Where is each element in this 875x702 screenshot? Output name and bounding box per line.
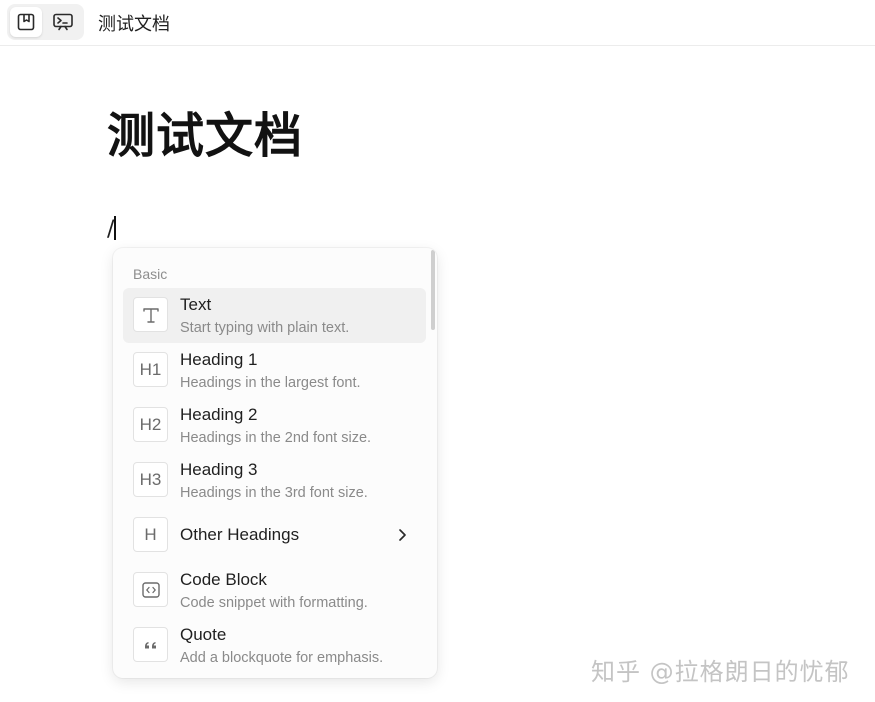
menu-item-heading-1[interactable]: H1 Heading 1 Headings in the largest fon… [123, 343, 426, 398]
menu-item-description: Headings in the 2nd font size. [180, 430, 372, 446]
slash-menu: Basic Text Start typing with plain text.… [113, 248, 437, 678]
menu-item-heading-3[interactable]: H3 Heading 3 Headings in the 3rd font si… [123, 453, 426, 508]
menu-item-text[interactable]: Text Start typing with plain text. [123, 288, 426, 343]
menu-item-description: Add a blockquote for emphasis. [180, 650, 384, 666]
heading-1-icon: H1 [133, 352, 168, 387]
editor-mode-switch [7, 4, 84, 40]
scrollbar[interactable] [431, 250, 435, 330]
slash-command-text: / [107, 217, 115, 242]
heading-3-icon: H3 [133, 462, 168, 497]
menu-item-label: Code Block [180, 570, 267, 589]
page-title[interactable]: 测试文档 [107, 96, 303, 166]
watermark: 知乎 @拉格朗日的忧郁 [591, 658, 850, 686]
chevron-right-icon [396, 526, 408, 544]
menu-item-description: Code snippet with formatting. [180, 595, 368, 611]
editor-paragraph[interactable]: / [107, 216, 116, 242]
code-block-icon [133, 572, 168, 607]
menu-item-label: Heading 3 [180, 460, 258, 479]
menu-item-code-block[interactable]: Code Block Code snippet with formatting. [123, 563, 426, 618]
menu-item-label: Quote [180, 625, 227, 644]
edgeless-mode-icon [53, 13, 73, 31]
top-bar: 测试文档 [0, 0, 875, 46]
menu-item-heading-2[interactable]: H2 Heading 2 Headings in the 2nd font si… [123, 398, 426, 453]
menu-item-description: Headings in the 3rd font size. [180, 485, 368, 501]
heading-2-icon: H2 [133, 407, 168, 442]
heading-icon: H [133, 517, 168, 552]
edgeless-mode-button[interactable] [47, 7, 79, 37]
page-mode-button[interactable] [10, 7, 42, 37]
menu-item-other-headings[interactable]: H Other Headings [123, 508, 426, 563]
doc-tab-title[interactable]: 测试文档 [98, 10, 170, 36]
menu-item-label: Heading 2 [180, 405, 258, 424]
menu-group-label: Basic [133, 266, 168, 282]
menu-item-label: Heading 1 [180, 350, 258, 369]
menu-item-quote[interactable]: Quote Add a blockquote for emphasis. [123, 618, 426, 673]
menu-item-description: Headings in the largest font. [180, 375, 361, 391]
menu-item-label: Text [180, 295, 212, 314]
menu-item-label: Other Headings [180, 525, 300, 544]
quote-icon [133, 627, 168, 662]
page-mode-icon [17, 13, 35, 31]
menu-item-description: Start typing with plain text. [180, 320, 350, 336]
text-icon [133, 297, 168, 332]
text-caret [114, 216, 116, 240]
